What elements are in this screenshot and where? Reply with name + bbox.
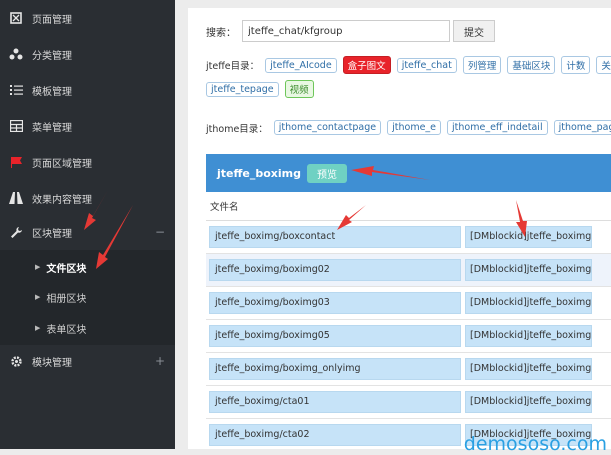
file-name-cell[interactable]: jteffe_boximg/boximg05 [209, 325, 461, 347]
submenu-item-form-blocks[interactable]: ▶ 表单区块 [0, 313, 175, 343]
list-icon [9, 83, 23, 97]
sidebar-item-label: 页面区域管理 [32, 158, 92, 170]
sitemap-icon [9, 47, 23, 61]
dir-tag[interactable]: jteffe_chat [396, 57, 457, 73]
dir-tag[interactable]: jthome_contactpage [273, 120, 382, 135]
sidebar-item-menus[interactable]: 菜单管理 [0, 108, 175, 144]
road-icon [9, 191, 23, 205]
file-name-cell[interactable]: jteffe_boximg/boxcontact [209, 226, 461, 248]
jteffe-directory-row2: jteffe_tepage 视频 [206, 80, 320, 98]
caret-right-icon: ▶ [35, 263, 41, 271]
block-panel-header: jteffe_boximg 预览 [206, 154, 611, 192]
submenu-item-label: 文件区块 [46, 263, 87, 275]
dir-tag-active[interactable]: 盒子图文 [342, 56, 391, 74]
search-bar: 搜索： 提交 [206, 20, 495, 42]
file-name-cell[interactable]: jteffe_boximg/cta01 [209, 391, 461, 413]
submenu-item-album-blocks[interactable]: ▶ 相册区块 [0, 282, 175, 312]
table-header: 文件名 [206, 192, 611, 221]
block-code-cell[interactable]: [DMblockid]jteffe_boximg/bo [465, 292, 592, 314]
caret-right-icon: ▶ [35, 324, 41, 332]
submenu-item-file-blocks[interactable]: ▶ 文件区块 [0, 252, 175, 282]
wrench-icon [9, 225, 23, 239]
jthome-directory: jthome目录： jthome_contactpage jthome_e jt… [206, 120, 611, 135]
sidebar-item-page-regions[interactable]: 页面区域管理 [0, 144, 175, 180]
gear-icon [9, 354, 23, 368]
sidebar-item-label: 菜单管理 [32, 122, 72, 134]
sidebar: 页面管理 分类管理 模板管理 菜单管理 页面区域管理 效果内容管理 区块管理 −… [0, 0, 175, 449]
search-input[interactable] [242, 20, 450, 42]
submit-button[interactable]: 提交 [453, 20, 495, 42]
sidebar-item-label: 页面管理 [32, 14, 72, 26]
jteffe-directory-label: jteffe目录： [206, 61, 260, 72]
sidebar-item-pages[interactable]: 页面管理 [0, 0, 175, 36]
table-row: jteffe_boximg/boximg02 [DMblockid]jteffe… [206, 254, 611, 287]
dir-tag-video[interactable]: 视频 [284, 80, 314, 98]
page-icon [9, 11, 23, 25]
dir-tag[interactable]: jteffe_tepage [206, 81, 279, 97]
main-panel: 搜索： 提交 jteffe目录： jteffe_AIcode 盒子图文 jtef… [188, 8, 611, 449]
watermark: demososo.com [463, 433, 607, 455]
sidebar-item-label: 区块管理 [32, 228, 72, 240]
dir-tag[interactable]: jthome_e [387, 120, 442, 135]
table-row: jteffe_boximg/boxcontact [DMblockid]jtef… [206, 221, 611, 254]
collapse-toggle[interactable]: − [155, 225, 165, 239]
block-code-cell[interactable]: [DMblockid]jteffe_boximg/bo [465, 226, 592, 248]
block-code-cell[interactable]: [DMblockid]jteffe_boximg/ct [465, 391, 592, 413]
table-icon [9, 119, 23, 133]
sidebar-item-modules[interactable]: 模块管理 + [0, 343, 175, 379]
table-row: jteffe_boximg/cta01 [DMblockid]jteffe_bo… [206, 386, 611, 419]
sidebar-item-label: 模板管理 [32, 86, 72, 98]
table-row: jteffe_boximg/boximg05 [DMblockid]jteffe… [206, 320, 611, 353]
sidebar-item-label: 效果内容管理 [32, 194, 92, 206]
submenu-item-label: 相册区块 [46, 293, 87, 305]
dir-tag[interactable]: 计数 [561, 56, 591, 74]
sidebar-item-blocks[interactable]: 区块管理 − [0, 214, 175, 250]
jthome-directory-label: jthome目录： [206, 123, 268, 135]
sidebar-item-categories[interactable]: 分类管理 [0, 36, 175, 72]
dir-tag[interactable]: 基础区块 [507, 56, 556, 74]
jteffe-directory: jteffe目录： jteffe_AIcode 盒子图文 jteffe_chat… [206, 56, 611, 74]
sidebar-item-effects[interactable]: 效果内容管理 [0, 180, 175, 216]
table-row: jteffe_boximg/boximg03 [DMblockid]jteffe… [206, 287, 611, 320]
block-code-cell[interactable]: [DMblockid]jteffe_boximg/bo [465, 259, 592, 281]
block-code-cell[interactable]: [DMblockid]jteffe_boximg/bo [465, 358, 592, 380]
file-name-cell[interactable]: jteffe_boximg/boximg_onlyimg [209, 358, 461, 380]
dir-tag[interactable]: 列管理 [462, 56, 502, 74]
table-row: jteffe_boximg/boximg_onlyimg [DMblockid]… [206, 353, 611, 386]
dir-tag[interactable]: 关 [596, 56, 611, 74]
dir-tag[interactable]: jteffe_AIcode [265, 57, 337, 73]
file-name-cell[interactable]: jteffe_boximg/cta02 [209, 424, 461, 446]
sidebar-item-label: 模块管理 [32, 357, 72, 369]
blocks-submenu: ▶ 文件区块 ▶ 相册区块 ▶ 表单区块 [0, 250, 175, 345]
submenu-item-label: 表单区块 [46, 324, 87, 336]
panel-title: jteffe_boximg [217, 166, 301, 180]
file-name-cell[interactable]: jteffe_boximg/boximg02 [209, 259, 461, 281]
preview-button[interactable]: 预览 [307, 163, 347, 183]
flag-icon [9, 155, 23, 169]
column-header-filename: 文件名 [210, 202, 239, 213]
dir-tag[interactable]: jthome_pagelay [553, 120, 611, 135]
sidebar-item-label: 分类管理 [32, 50, 72, 62]
dir-tag[interactable]: jthome_eff_indetail [447, 120, 548, 135]
expand-toggle[interactable]: + [155, 354, 165, 368]
block-code-cell[interactable]: [DMblockid]jteffe_boximg/bo [465, 325, 592, 347]
caret-right-icon: ▶ [35, 293, 41, 301]
search-label: 搜索： [206, 27, 236, 39]
file-name-cell[interactable]: jteffe_boximg/boximg03 [209, 292, 461, 314]
sidebar-item-templates[interactable]: 模板管理 [0, 72, 175, 108]
